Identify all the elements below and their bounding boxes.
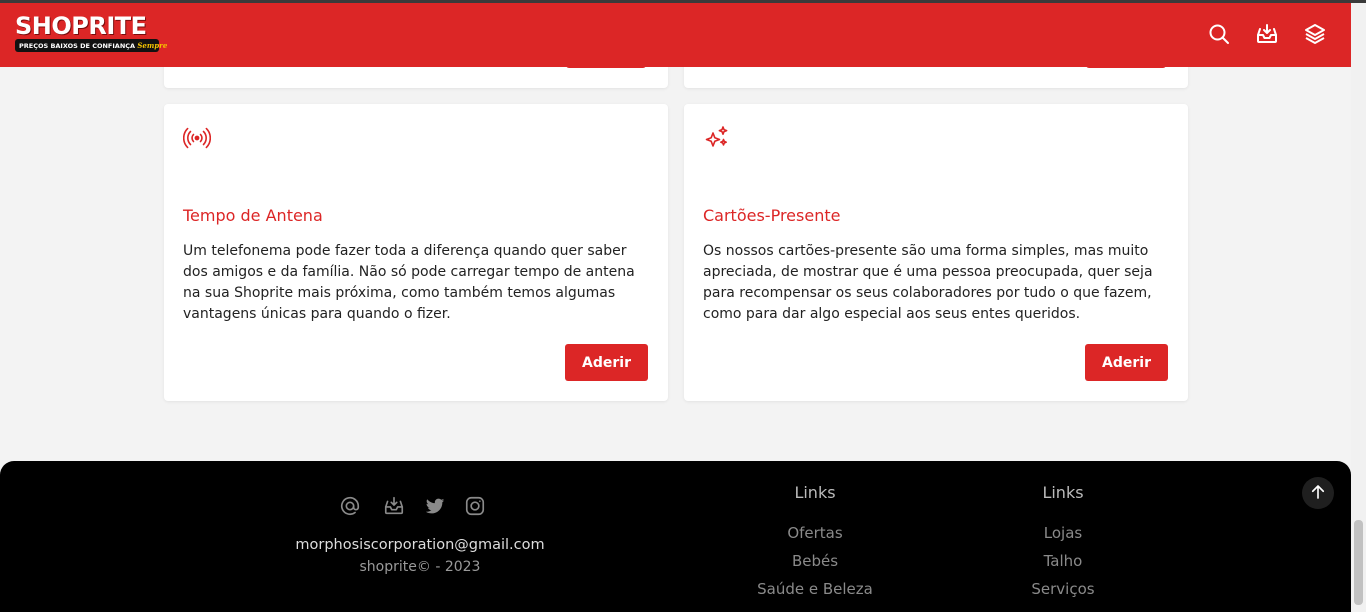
footer-links-column-2: Links Lojas Talho Serviços [963, 483, 1163, 603]
site-footer: morphosiscorporation@gmail.com shoprite©… [0, 461, 1351, 612]
instagram-icon[interactable] [464, 495, 486, 517]
aderir-button[interactable]: Aderir [565, 344, 648, 381]
page-scrollbar[interactable] [1351, 0, 1366, 612]
logo-tagline: PREÇOS BAIXOS DE CONFIANÇA Sempre [15, 39, 167, 52]
search-icon[interactable] [1207, 22, 1231, 46]
footer-link-ofertas[interactable]: Ofertas [715, 519, 915, 547]
scroll-to-top-button[interactable] [1302, 477, 1334, 509]
card-tempo-de-antena: Um telefonema pode fazer toda a diferenç… [164, 104, 668, 401]
broadcast-icon [182, 124, 212, 152]
scrollbar-thumb[interactable] [1354, 520, 1363, 605]
card-title: Tempo de Antena [183, 206, 323, 225]
card-description: Os nossos cartões-presente são uma forma… [703, 243, 1153, 322]
footer-email: morphosiscorporation@gmail.com [295, 537, 545, 553]
card-title: Cartões-Presente [703, 206, 841, 225]
shoprite-logo[interactable]: SHOPRITE PREÇOS BAIXOS DE CONFIANÇA Semp… [15, 12, 167, 54]
card-cartoes-presente: Os nossos cartões-presente são uma forma… [684, 104, 1188, 401]
footer-link-saude-beleza[interactable]: Saúde e Beleza [715, 575, 915, 603]
inbox-icon[interactable] [383, 495, 405, 517]
layers-icon[interactable] [1303, 22, 1327, 46]
footer-column-title: Links [794, 483, 836, 502]
footer-link-bebes[interactable]: Bebés [715, 547, 915, 575]
footer-link-talho[interactable]: Talho [963, 547, 1163, 575]
footer-link-lojas[interactable]: Lojas [963, 519, 1163, 547]
footer-link-servicos[interactable]: Serviços [963, 575, 1163, 603]
site-header: SHOPRITE PREÇOS BAIXOS DE CONFIANÇA Semp… [0, 0, 1351, 67]
footer-copyright: shoprite© - 2023 [359, 559, 481, 575]
footer-column-title: Links [1042, 483, 1084, 502]
sparkles-icon [703, 124, 731, 152]
card-description: Um telefonema pode fazer toda a diferenç… [183, 243, 635, 322]
arrow-up-icon [1309, 483, 1327, 504]
logo-wordmark: SHOPRITE [15, 12, 147, 40]
at-icon[interactable] [339, 495, 361, 517]
window-top-border [0, 0, 1366, 3]
footer-links-column-1: Links Ofertas Bebés Saúde e Beleza [715, 483, 915, 603]
inbox-icon[interactable] [1255, 22, 1279, 46]
twitter-icon[interactable] [424, 495, 446, 517]
aderir-button[interactable]: Aderir [1085, 344, 1168, 381]
